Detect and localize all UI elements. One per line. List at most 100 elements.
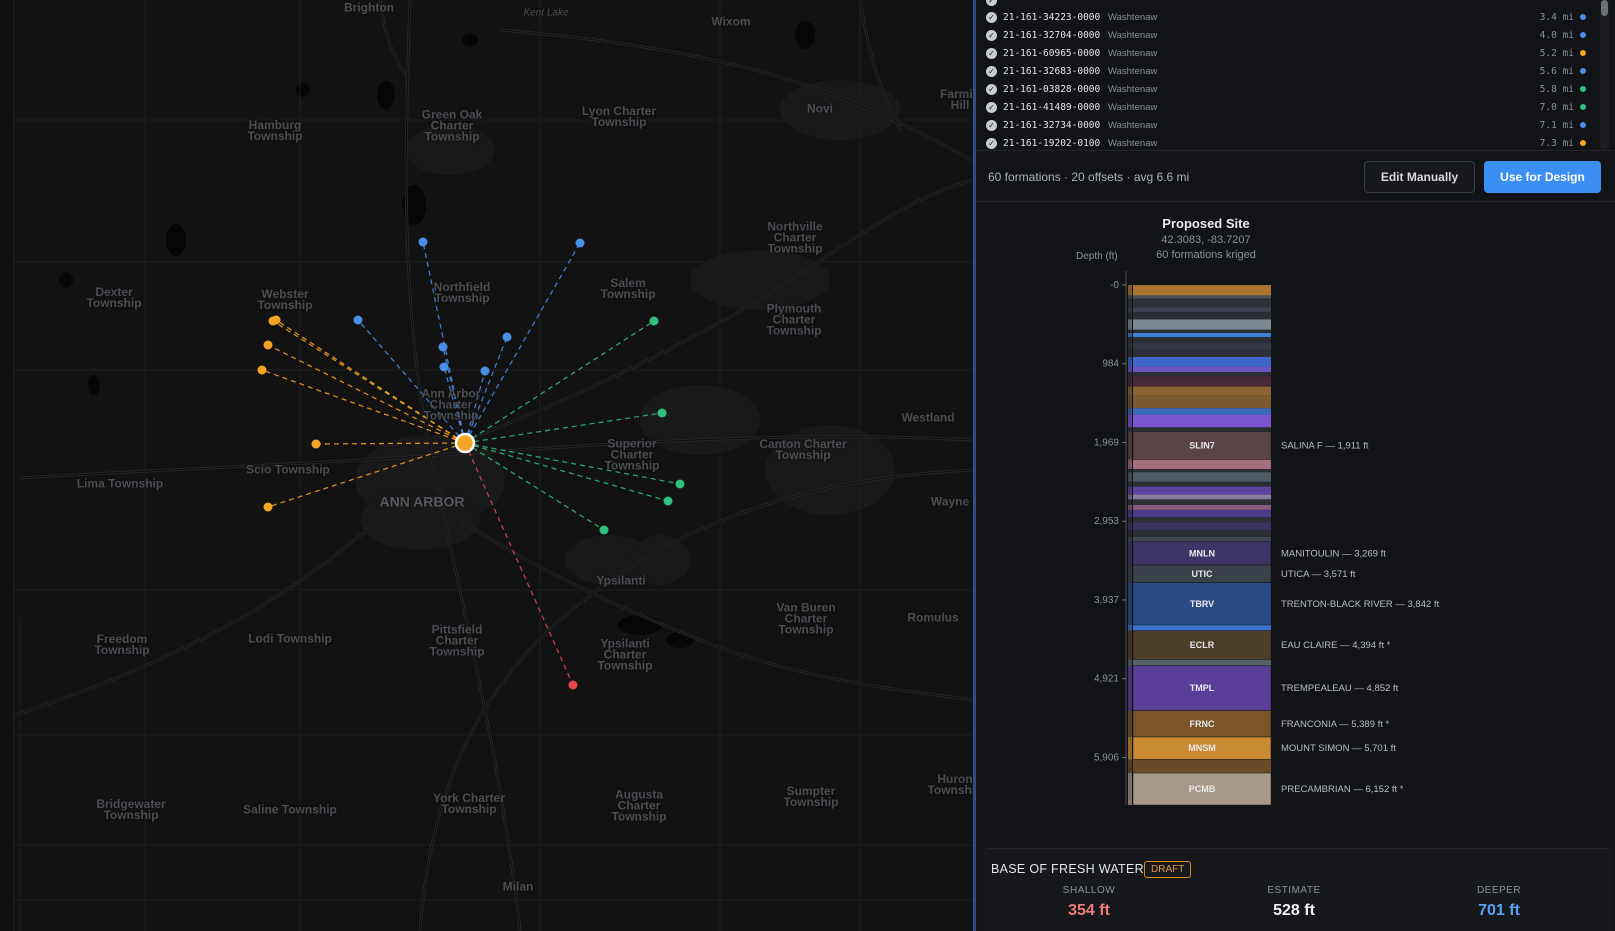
proposed-site-marker[interactable] <box>454 432 476 454</box>
check-circle-icon[interactable]: ✓ <box>986 11 997 23</box>
list-item[interactable]: ✓ 21-161-60965-0000 Washtenaw 5.2 mi <box>986 44 1586 62</box>
column-layer[interactable] <box>1133 312 1271 320</box>
offset-line <box>464 320 655 444</box>
offset-well-marker[interactable] <box>663 496 673 506</box>
map-place-label: Northville Charter Township <box>767 219 823 256</box>
column-layer[interactable] <box>1133 625 1271 631</box>
offset-well-marker[interactable] <box>439 362 449 372</box>
offset-well-marker[interactable] <box>568 680 578 690</box>
column-layer[interactable] <box>1133 295 1271 299</box>
column-layer[interactable] <box>1133 342 1271 349</box>
column-layer[interactable] <box>1133 298 1271 308</box>
offset-well-marker[interactable] <box>649 316 659 326</box>
column-layer[interactable] <box>1133 372 1271 377</box>
column-layer[interactable] <box>1133 486 1271 495</box>
map-place-label: Dexter Township <box>86 285 142 310</box>
column-layer[interactable] <box>1133 414 1271 428</box>
well-distance: 7.3 mi <box>1539 137 1574 149</box>
formation-edge <box>1128 665 1132 711</box>
check-circle-icon[interactable]: ✓ <box>986 83 997 95</box>
list-item[interactable]: ✓ 21-161-19202-0100 Washtenaw 7.3 mi <box>986 134 1586 150</box>
check-circle-icon[interactable]: ✓ <box>986 137 997 149</box>
list-item[interactable]: ✓ 21-161-41489-0000 Washtenaw 7.0 mi <box>986 98 1586 116</box>
list-item[interactable]: ✓ 21-161-32683-0000 Washtenaw 5.6 mi <box>986 62 1586 80</box>
column-layer[interactable] <box>1133 337 1271 343</box>
column-layer-tick <box>1128 295 1132 299</box>
column-layer[interactable] <box>1133 427 1271 432</box>
offset-well-marker[interactable] <box>257 365 267 375</box>
check-circle-icon[interactable]: ✓ <box>986 29 997 41</box>
column-layer[interactable] <box>1133 319 1271 330</box>
well-color-dot <box>1580 140 1586 146</box>
column-layer[interactable] <box>1133 285 1271 296</box>
column-layer[interactable] <box>1133 349 1271 357</box>
column-layer[interactable] <box>1133 366 1271 373</box>
column-layer[interactable] <box>1133 333 1271 337</box>
offset-well-marker[interactable] <box>675 479 685 489</box>
offset-well-marker[interactable] <box>271 315 281 325</box>
check-circle-icon[interactable]: ✓ <box>986 47 997 59</box>
list-item[interactable]: ✓ 21-161-32734-0000 Washtenaw 7.1 mi <box>986 116 1586 134</box>
offset-well-marker[interactable] <box>263 340 273 350</box>
offset-well-marker[interactable] <box>657 408 667 418</box>
column-layer[interactable] <box>1133 537 1271 542</box>
formation-code: TBRV <box>1190 599 1214 609</box>
well-county: Washtenaw <box>1108 119 1158 131</box>
edit-manually-button[interactable]: Edit Manually <box>1364 161 1475 193</box>
formation-edge <box>1128 565 1132 583</box>
bfw-deeper: DEEPER 701 ft <box>1434 885 1564 920</box>
offset-well-marker[interactable] <box>480 366 490 376</box>
column-layer[interactable] <box>1133 481 1271 487</box>
map-place-label: Salem Township <box>600 276 656 301</box>
column-layer[interactable] <box>1133 522 1271 530</box>
offset-well-marker[interactable] <box>263 502 273 512</box>
list-item[interactable]: ✓ 21-161-34223-0000 Washtenaw 3.4 mi <box>986 8 1586 26</box>
column-layer[interactable] <box>1133 408 1271 415</box>
use-for-design-button[interactable]: Use for Design <box>1484 161 1601 193</box>
formation-code: SLIN7 <box>1189 440 1215 450</box>
offset-well-marker[interactable] <box>438 342 448 352</box>
map-place-label: FarminHill <box>939 87 973 112</box>
column-layer[interactable] <box>1133 499 1271 505</box>
column-layer[interactable] <box>1133 469 1271 473</box>
column-layer[interactable] <box>1133 472 1271 482</box>
check-circle-icon[interactable]: ✓ <box>986 101 997 113</box>
column-layer[interactable] <box>1133 659 1271 666</box>
column-layer[interactable] <box>1133 529 1271 537</box>
offset-well-marker[interactable] <box>502 332 512 342</box>
column-layer[interactable] <box>1133 505 1271 510</box>
column-layer[interactable] <box>1133 459 1271 469</box>
offset-well-marker[interactable] <box>311 439 321 449</box>
offset-line <box>464 242 581 444</box>
offset-well-marker[interactable] <box>353 315 363 325</box>
map-place-label: Wayne <box>930 494 970 509</box>
offset-well-marker[interactable] <box>418 237 428 247</box>
list-item[interactable]: ✓ 21-161-03828-0000 Washtenaw 5.8 mi <box>986 80 1586 98</box>
well-list-scroll-thumb[interactable] <box>1601 0 1608 16</box>
offset-well-marker[interactable] <box>575 238 585 248</box>
offset-well-list[interactable]: ✓ ✓ 21-161-34223-0000 Washtenaw 3.4 mi ✓ 21-16… <box>976 0 1615 150</box>
formation-code: TMPL <box>1190 683 1215 693</box>
column-layer[interactable] <box>1133 494 1271 500</box>
column-layer[interactable] <box>1133 357 1271 367</box>
column-layer[interactable] <box>1133 395 1271 409</box>
column-layer[interactable] <box>1133 329 1271 333</box>
list-item[interactable]: ✓ 21-161-32704-0000 Washtenaw 4.0 mi <box>986 26 1586 44</box>
well-list-scrollbar[interactable] <box>1600 0 1609 150</box>
column-layer[interactable] <box>1133 386 1271 396</box>
column-layer[interactable] <box>1133 307 1271 313</box>
check-circle-icon[interactable]: ✓ <box>986 119 997 131</box>
column-layer[interactable] <box>1133 517 1271 523</box>
bfw-title: BASE OF FRESH WATER <box>991 862 1144 876</box>
map-view[interactable]: Brighton Kent Lake Wixom FarminHill HamburgT… <box>0 0 973 931</box>
column-layer[interactable] <box>1133 376 1271 387</box>
column-layer[interactable] <box>1133 509 1271 517</box>
formation-label: UTICA — 3,571 ft <box>1281 569 1356 580</box>
well-distance: 7.1 mi <box>1539 119 1574 131</box>
check-circle-icon[interactable]: ✓ <box>986 65 997 77</box>
column-layer[interactable] <box>1133 759 1271 773</box>
check-circle-icon[interactable]: ✓ <box>986 0 997 6</box>
offset-well-marker[interactable] <box>599 525 609 535</box>
map-place-label: Green Oak Charter Township <box>421 107 483 144</box>
stratigraphic-column: Proposed Site 42.3083, -83.7207 60 forma… <box>976 203 1615 848</box>
